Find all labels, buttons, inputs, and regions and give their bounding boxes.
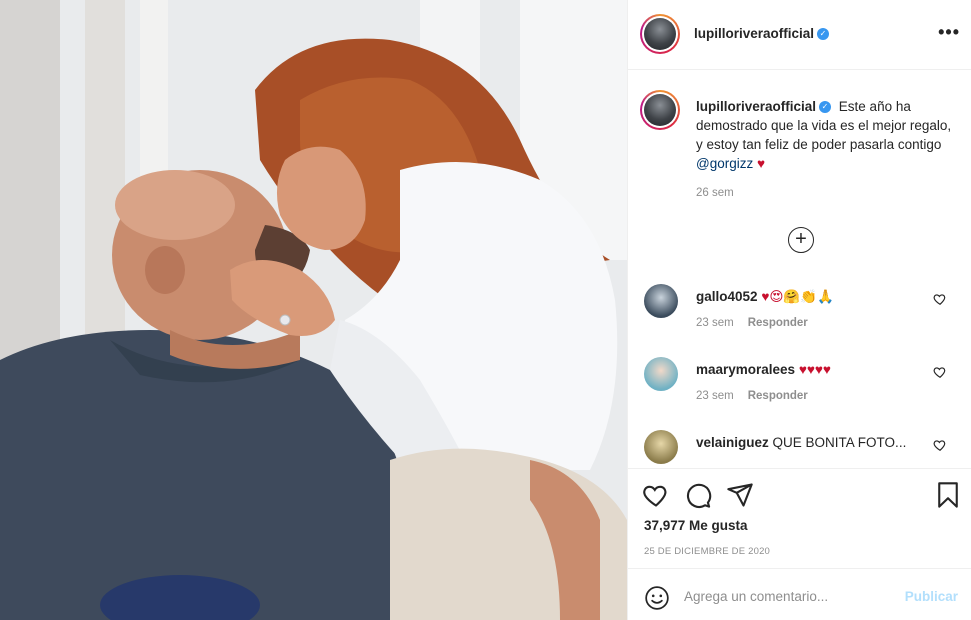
comment-item: gallo4052 ♥😍🤗👏🙏 23 sem Responder <box>628 284 971 354</box>
comment-item: velainiguez QUE BONITA FOTO... <box>628 430 971 468</box>
comment-like-heart-icon[interactable] <box>933 292 947 306</box>
comment-time[interactable]: 23 sem <box>696 390 734 402</box>
heart-icon[interactable] <box>642 481 670 509</box>
comment-icon[interactable] <box>684 481 712 509</box>
comment-like-heart-icon[interactable] <box>933 365 947 379</box>
post-header: lupilloriveraofficial ✓ ••• <box>628 0 971 70</box>
post-side-panel: lupilloriveraofficial ✓ ••• lupillorivera… <box>627 0 971 620</box>
caption-username[interactable]: lupilloriveraofficial ✓ <box>696 99 832 114</box>
comment-text: velainiguez QUE BONITA FOTO... <box>696 435 926 450</box>
comment-content: ♥😍🤗👏🙏 <box>761 289 834 304</box>
smiley-icon[interactable] <box>644 585 670 611</box>
commenter-avatar[interactable] <box>644 284 678 318</box>
add-comment-bar: Publicar <box>628 568 971 620</box>
more-options-icon[interactable]: ••• <box>938 22 960 43</box>
post-image-illustration <box>0 0 627 620</box>
comment-meta: 23 sem Responder <box>696 390 808 402</box>
post-date[interactable]: 25 DE DICIEMBRE DE 2020 <box>644 546 770 557</box>
comment-like-heart-icon[interactable] <box>933 438 947 452</box>
comment-input[interactable] <box>684 583 894 609</box>
comment-content: QUE BONITA FOTO... <box>772 435 907 450</box>
commenter-username[interactable]: velainiguez <box>696 435 769 450</box>
publish-button[interactable]: Publicar <box>905 589 958 604</box>
author-username[interactable]: lupilloriveraofficial ✓ <box>694 26 830 41</box>
comment-content: ♥♥♥♥ <box>798 362 831 377</box>
verified-badge-icon: ✓ <box>817 28 830 41</box>
load-more-comments-button[interactable]: + <box>788 227 814 253</box>
likes-count[interactable]: 37,977 Me gusta <box>644 518 748 533</box>
caption-mention-link[interactable]: @gorgizz <box>696 156 753 171</box>
comment-time[interactable]: 23 sem <box>696 317 734 329</box>
caption-timestamp[interactable]: 26 sem <box>696 187 734 199</box>
post-photo[interactable] <box>0 0 627 620</box>
commenter-username[interactable]: maarymoralees <box>696 362 795 377</box>
heart-emoji-icon: ♥ <box>757 156 766 171</box>
bookmark-icon[interactable] <box>934 481 962 509</box>
share-icon[interactable] <box>726 481 754 509</box>
comment-text: gallo4052 ♥😍🤗👏🙏 <box>696 289 926 305</box>
caption-text: lupilloriveraofficial ✓ Este año ha demos… <box>696 97 958 173</box>
post-actions: 37,977 Me gusta 25 DE DICIEMBRE DE 2020 <box>628 468 971 568</box>
plus-circle-icon: + <box>795 228 807 250</box>
comment-item: maarymoralees ♥♥♥♥ 23 sem Responder <box>628 357 971 427</box>
verified-badge-icon: ✓ <box>819 101 832 114</box>
commenter-username[interactable]: gallo4052 <box>696 289 758 304</box>
reply-button[interactable]: Responder <box>748 317 808 329</box>
caption-author-avatar[interactable] <box>640 90 680 130</box>
comment-meta: 23 sem Responder <box>696 317 808 329</box>
commenter-avatar[interactable] <box>644 430 678 464</box>
comment-text: maarymoralees ♥♥♥♥ <box>696 362 926 377</box>
author-avatar[interactable] <box>640 14 680 54</box>
commenter-avatar[interactable] <box>644 357 678 391</box>
reply-button[interactable]: Responder <box>748 390 808 402</box>
